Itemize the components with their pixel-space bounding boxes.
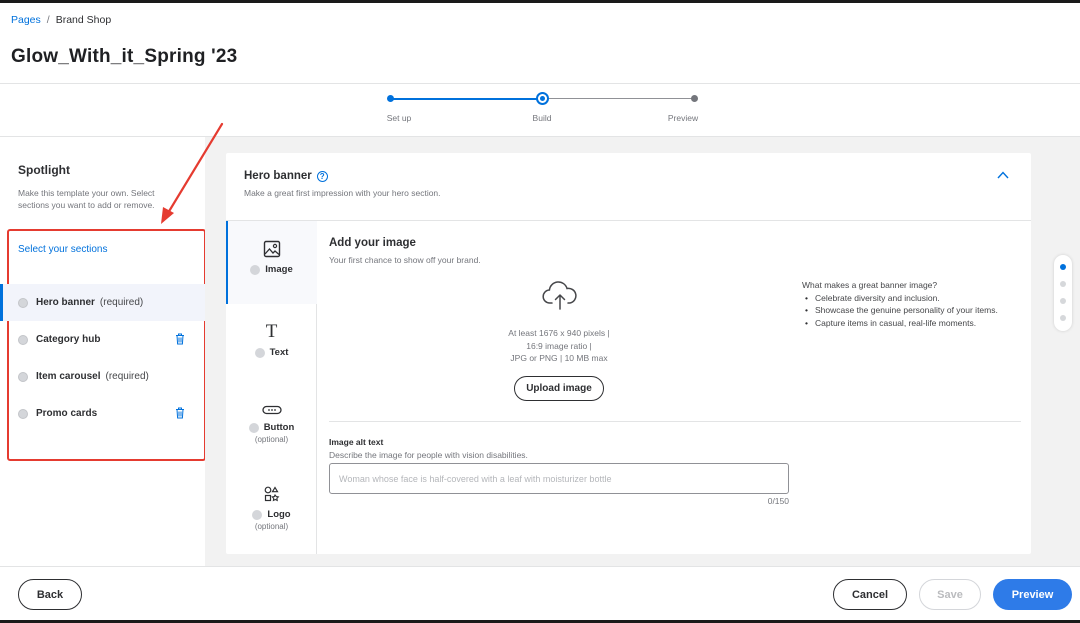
section-item-promo-cards[interactable]: Promo cards <box>0 395 205 432</box>
tab-radio[interactable] <box>252 509 263 520</box>
step-label-preview: Preview <box>667 113 699 123</box>
step-label-setup: Set up <box>386 113 412 123</box>
hero-banner-description: Make a great first impression with your … <box>244 188 441 198</box>
button-icon <box>261 405 282 415</box>
section-label: Hero banner <box>36 297 95 308</box>
section-radio[interactable] <box>18 408 28 419</box>
sections-list: Hero banner (required) Category hub Item… <box>0 284 205 432</box>
breadcrumb-link-pages[interactable]: Pages <box>11 14 41 26</box>
upload-divider <box>329 421 1021 422</box>
tab-text[interactable]: T Text <box>226 322 317 358</box>
step-label-build: Build <box>532 113 552 123</box>
breadcrumb-current: Brand Shop <box>55 14 112 26</box>
step-dot-setup[interactable] <box>387 95 394 102</box>
section-scroll-nav <box>1054 255 1072 331</box>
tab-radio[interactable] <box>254 347 265 358</box>
tip-item: Capture items in casual, real-life momen… <box>802 317 1027 330</box>
tab-logo[interactable]: Logo (optional) <box>226 485 317 531</box>
tab-logo-row: Logo <box>226 509 317 520</box>
footer-divider <box>0 566 1080 567</box>
trash-icon[interactable] <box>175 407 185 419</box>
breadcrumb-separator: / <box>46 14 50 26</box>
select-sections-link[interactable]: Select your sections <box>18 244 108 255</box>
alt-text-char-count: 0/150 <box>767 496 789 506</box>
page-title: Glow_With_it_Spring '23 <box>11 46 238 67</box>
hero-banner-title: Hero banner ? <box>244 170 328 182</box>
tab-button[interactable]: Button (optional) <box>226 405 317 444</box>
alt-text-input[interactable] <box>329 463 789 494</box>
add-image-description: Your first chance to show off your brand… <box>329 255 481 265</box>
hero-banner-title-text: Hero banner <box>244 170 312 182</box>
image-requirements: At least 1676 x 940 pixels | 16:9 image … <box>499 327 619 365</box>
chevron-up-icon[interactable] <box>997 171 1009 179</box>
section-item-hero-banner[interactable]: Hero banner (required) <box>0 284 205 321</box>
section-item-item-carousel[interactable]: Item carousel (required) <box>0 358 205 395</box>
cancel-button[interactable]: Cancel <box>833 579 907 610</box>
tips-title: What makes a great banner image? <box>802 280 938 290</box>
tab-button-row: Button <box>226 422 317 433</box>
cloud-upload-icon <box>542 281 577 310</box>
trash-icon[interactable] <box>175 333 185 345</box>
scroll-nav-dot[interactable] <box>1060 281 1066 287</box>
tab-label: Image <box>265 264 293 275</box>
tab-radio[interactable] <box>250 264 261 275</box>
section-label: Category hub <box>36 334 101 345</box>
image-icon <box>263 240 280 258</box>
tab-image[interactable]: Image <box>226 221 317 304</box>
scroll-nav-dot[interactable] <box>1060 315 1066 321</box>
alt-text-description: Describe the image for people with visio… <box>329 450 528 460</box>
text-icon: T <box>265 321 278 342</box>
stepper-line-complete <box>390 97 538 100</box>
breadcrumb: Pages / Brand Shop <box>11 14 111 26</box>
scroll-nav-dot-active[interactable] <box>1060 264 1066 270</box>
requirement-size: At least 1676 x 940 pixels | <box>508 328 610 338</box>
section-item-category-hub[interactable]: Category hub <box>0 321 205 358</box>
section-radio[interactable] <box>18 334 28 345</box>
save-button[interactable]: Save <box>919 579 981 610</box>
annotation-arrow <box>161 122 224 224</box>
card-divider <box>226 220 1031 221</box>
tab-optional-note: (optional) <box>254 435 289 444</box>
step-dot-build[interactable] <box>536 92 549 105</box>
tab-image-row: Image <box>226 264 317 275</box>
tab-text-row: Text <box>226 347 317 358</box>
section-radio[interactable] <box>18 297 28 308</box>
stepper-line-upcoming <box>548 97 694 99</box>
banner-tips: What makes a great banner image? Celebra… <box>802 279 1027 329</box>
logo-icon <box>264 486 279 502</box>
help-icon[interactable]: ? <box>316 170 328 182</box>
requirement-format: JPG or PNG | 10 MB max <box>510 353 608 363</box>
section-label: Item carousel <box>36 371 101 382</box>
section-label: Promo cards <box>36 408 98 419</box>
section-required-note: (required) <box>105 371 149 382</box>
tip-item: Celebrate diversity and inclusion. <box>802 292 1027 305</box>
tab-label: Button <box>263 422 295 433</box>
header-divider <box>0 83 1080 84</box>
page: Pages / Brand Shop Glow_With_it_Spring '… <box>0 3 1080 620</box>
requirement-ratio: 16:9 image ratio | <box>526 340 592 351</box>
tip-item: Showcase the genuine personality of your… <box>802 304 1027 317</box>
back-button[interactable]: Back <box>18 579 82 610</box>
alt-text-label: Image alt text <box>329 437 384 447</box>
progress-stepper: Set up Build Preview <box>370 91 715 131</box>
step-dot-preview[interactable] <box>691 95 698 102</box>
tab-label: Logo <box>267 509 291 520</box>
tab-label: Text <box>269 347 289 358</box>
add-image-title: Add your image <box>329 237 416 249</box>
scroll-nav-dot[interactable] <box>1060 298 1066 304</box>
hero-banner-card: Hero banner ? Make a great first impress… <box>226 153 1031 554</box>
element-tabs: Image T Text Button (optional) Logo (opt… <box>226 221 317 554</box>
section-required-note: (required) <box>99 297 144 308</box>
upload-image-button[interactable]: Upload image <box>514 376 604 401</box>
tab-optional-note: (optional) <box>254 522 289 531</box>
tips-list: Celebrate diversity and inclusion. Showc… <box>802 292 1027 330</box>
tab-radio[interactable] <box>248 422 259 433</box>
section-radio[interactable] <box>18 371 28 382</box>
sidebar-title: Spotlight <box>18 163 70 177</box>
preview-button[interactable]: Preview <box>993 579 1072 610</box>
